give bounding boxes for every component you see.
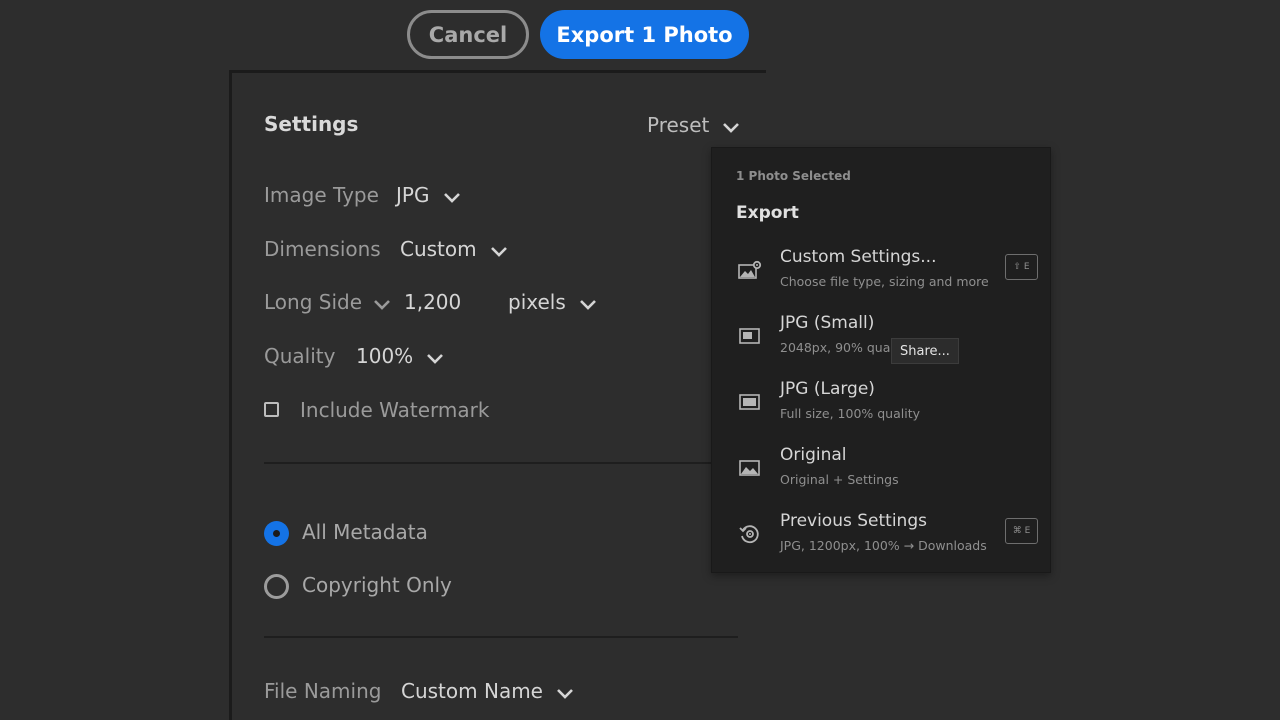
file-naming-label: File Naming — [264, 679, 382, 703]
units-dropdown[interactable]: pixels — [508, 290, 597, 314]
menu-item-label: JPG (Large) — [780, 379, 875, 399]
units-value: pixels — [508, 290, 566, 314]
settings-heading: Settings — [264, 112, 359, 136]
small-rectangle-icon — [739, 328, 760, 344]
image-type-value: JPG — [396, 183, 430, 207]
long-side-input[interactable]: 1,200 — [404, 290, 461, 314]
dimensions-dropdown[interactable]: Custom — [400, 237, 508, 261]
menu-item-previous-settings[interactable]: Previous Settings JPG, 1200px, 100% → Do… — [712, 511, 1050, 573]
all-metadata-label: All Metadata — [302, 520, 428, 544]
image-gear-icon — [738, 260, 762, 279]
watermark-checkbox[interactable] — [264, 402, 279, 417]
chevron-down-icon — [579, 299, 596, 310]
menu-item-custom-settings[interactable]: Custom Settings... Choose file type, siz… — [712, 247, 1050, 309]
selection-info: 1 Photo Selected — [736, 169, 851, 183]
chevron-down-icon — [557, 688, 573, 699]
image-icon — [739, 460, 760, 476]
file-naming-dropdown[interactable]: Custom Name — [401, 679, 574, 703]
menu-item-description: Full size, 100% quality — [780, 406, 921, 421]
file-naming-value: Custom Name — [401, 679, 543, 703]
shortcut-badge: ⇧ E — [1005, 254, 1038, 280]
chevron-down-icon — [374, 299, 391, 310]
dimensions-label: Dimensions — [264, 237, 381, 261]
divider — [264, 636, 738, 638]
menu-item-original[interactable]: Original Original + Settings — [712, 445, 1050, 507]
long-side-label: Long Side — [264, 290, 363, 314]
chevron-down-icon — [723, 122, 740, 133]
menu-item-label: JPG (Small) — [780, 313, 875, 333]
menu-item-jpg-large[interactable]: JPG (Large) Full size, 100% quality — [712, 379, 1050, 441]
divider — [264, 462, 738, 464]
quality-value: 100% — [356, 344, 414, 368]
share-tooltip: Share... — [891, 338, 959, 364]
copyright-only-label: Copyright Only — [302, 573, 452, 597]
shortcut-badge: ⌘ E — [1005, 518, 1038, 544]
chevron-down-icon — [443, 192, 460, 203]
large-rectangle-icon — [739, 394, 760, 410]
menu-item-jpg-small[interactable]: JPG (Small) 2048px, 90% quality — [712, 313, 1050, 375]
menu-item-label: Original — [780, 445, 847, 465]
history-gear-icon — [739, 525, 759, 544]
dimensions-value: Custom — [400, 237, 477, 261]
image-type-dropdown[interactable]: JPG — [396, 183, 461, 207]
menu-item-label: Custom Settings... — [780, 247, 937, 267]
all-metadata-radio[interactable] — [264, 521, 289, 546]
menu-item-label: Previous Settings — [780, 511, 927, 531]
menu-item-description: JPG, 1200px, 100% → Downloads — [780, 538, 987, 553]
long-side-dropdown[interactable]: Long Side — [264, 290, 391, 314]
menu-item-description: Choose file type, sizing and more — [780, 274, 989, 289]
chevron-down-icon — [490, 246, 507, 257]
image-type-label: Image Type — [264, 183, 379, 207]
menu-title: Export — [736, 203, 799, 223]
settings-panel — [229, 70, 766, 720]
preset-label: Preset — [647, 113, 710, 137]
copyright-only-radio[interactable] — [264, 574, 289, 599]
cancel-button[interactable]: Cancel — [407, 10, 529, 59]
quality-dropdown[interactable]: 100% — [356, 344, 444, 368]
chevron-down-icon — [427, 353, 444, 364]
menu-item-description: Original + Settings — [780, 472, 899, 487]
watermark-label: Include Watermark — [300, 398, 490, 422]
quality-label: Quality — [264, 344, 336, 368]
export-button[interactable]: Export 1 Photo — [540, 10, 749, 59]
preset-dropdown[interactable]: Preset — [647, 113, 740, 137]
export-menu: 1 Photo Selected Export Custom Settings.… — [711, 147, 1051, 573]
